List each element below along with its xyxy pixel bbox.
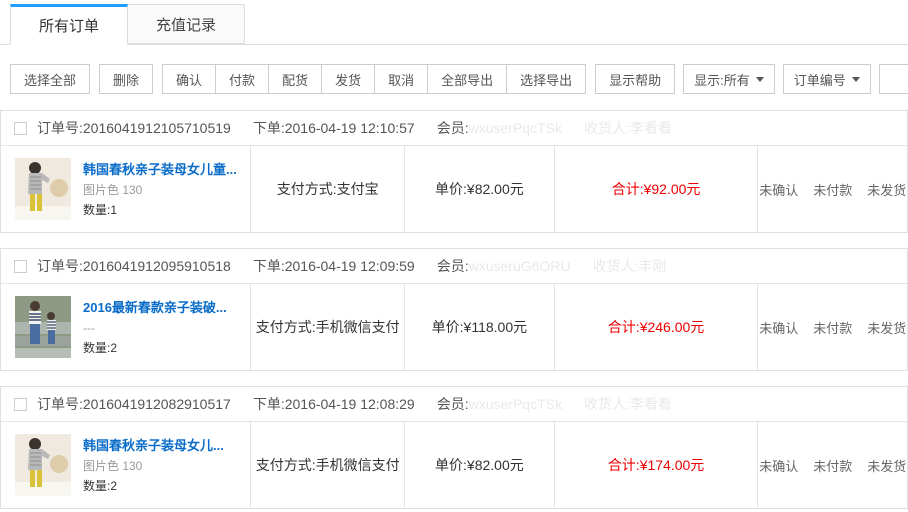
order-time: 下单:2016-04-19 12:09:59 bbox=[253, 256, 415, 276]
chevron-down-icon bbox=[852, 77, 860, 82]
export-selected-button[interactable]: 选择导出 bbox=[506, 64, 586, 94]
delete-button[interactable]: 删除 bbox=[99, 64, 153, 94]
order-header: 订单号:2016041912105710519 下单:2016-04-19 12… bbox=[1, 111, 907, 145]
status-unshipped: 未发货 bbox=[867, 180, 906, 199]
order-row: 订单号:2016041912095910518 下单:2016-04-19 12… bbox=[0, 248, 908, 371]
payment-method-cell: 支付方式:手机微信支付 bbox=[250, 284, 404, 370]
unit-price-cell: 单价:¥82.00元 bbox=[404, 422, 553, 508]
total-cell: 合计:¥174.00元 bbox=[554, 422, 758, 508]
total-cell: 合计:¥246.00元 bbox=[554, 284, 758, 370]
order-member: 会员:wxuseruG6ORU bbox=[437, 256, 571, 276]
status-cell: 未确认 未付款 未发货 bbox=[757, 146, 907, 232]
product-image[interactable] bbox=[15, 296, 71, 358]
order-checkbox[interactable] bbox=[14, 398, 27, 411]
order-checkbox[interactable] bbox=[14, 122, 27, 135]
order-checkbox[interactable] bbox=[14, 260, 27, 273]
order-body: 2016最新春款亲子装破... --- 数量:2 支付方式:手机微信支付 单价:… bbox=[1, 283, 907, 370]
product-title-link[interactable]: 2016最新春款亲子装破... bbox=[83, 301, 227, 314]
product-variant: 图片色 130 bbox=[83, 460, 224, 472]
product-info: 韩国春秋亲子装母女儿童... 图片色 130 数量:1 bbox=[83, 163, 237, 216]
unit-price-cell: 单价:¥82.00元 bbox=[404, 146, 553, 232]
display-filter-label: 显示:所有 bbox=[694, 70, 750, 89]
product-cell: 韩国春秋亲子装母女儿童... 图片色 130 数量:1 bbox=[1, 146, 250, 232]
status-unpaid: 未付款 bbox=[813, 180, 852, 199]
tab-recharge-records-label: 充值记录 bbox=[156, 14, 216, 35]
order-member: 会员:wxuserPqcTSk bbox=[437, 394, 562, 414]
product-quantity: 数量:1 bbox=[83, 204, 237, 216]
order-header: 订单号:2016041912095910518 下单:2016-04-19 12… bbox=[1, 249, 907, 283]
toolbar-right: 显示:所有 订单编号 bbox=[675, 64, 908, 94]
order-number: 订单号:2016041912105710519 bbox=[37, 118, 231, 138]
cancel-button[interactable]: 取消 bbox=[374, 64, 428, 94]
order-header: 订单号:2016041912082910517 下单:2016-04-19 12… bbox=[1, 387, 907, 421]
order-recipient: 收货人:李看看 bbox=[584, 118, 672, 138]
select-all-button[interactable]: 选择全部 bbox=[10, 64, 90, 94]
tab-all-orders-label: 所有订单 bbox=[39, 15, 99, 36]
total-cell: 合计:¥92.00元 bbox=[554, 146, 758, 232]
export-all-button[interactable]: 全部导出 bbox=[427, 64, 507, 94]
order-no-filter-label: 订单编号 bbox=[794, 70, 846, 89]
product-image[interactable] bbox=[15, 434, 71, 496]
payment-method-cell: 支付方式:支付宝 bbox=[250, 146, 404, 232]
order-member: 会员:wxuserPqcTSk bbox=[437, 118, 562, 138]
order-recipient: 收货人:丰刚 bbox=[593, 256, 667, 276]
status-cell: 未确认 未付款 未发货 bbox=[757, 284, 907, 370]
status-unpaid: 未付款 bbox=[813, 318, 852, 337]
product-cell: 韩国春秋亲子装母女儿... 图片色 130 数量:2 bbox=[1, 422, 250, 508]
product-quantity: 数量:2 bbox=[83, 480, 224, 492]
order-row: 订单号:2016041912105710519 下单:2016-04-19 12… bbox=[0, 110, 908, 233]
order-body: 韩国春秋亲子装母女儿... 图片色 130 数量:2 支付方式:手机微信支付 单… bbox=[1, 421, 907, 508]
order-time: 下单:2016-04-19 12:08:29 bbox=[253, 394, 415, 414]
ship-button[interactable]: 发货 bbox=[321, 64, 375, 94]
status-unpaid: 未付款 bbox=[813, 456, 852, 475]
status-unconfirmed: 未确认 bbox=[759, 456, 798, 475]
product-title-link[interactable]: 韩国春秋亲子装母女儿童... bbox=[83, 163, 237, 176]
show-help-button[interactable]: 显示帮助 bbox=[595, 64, 675, 94]
unit-price-cell: 单价:¥118.00元 bbox=[404, 284, 553, 370]
toolbar: 选择全部 删除 确认 付款 配货 发货 取消 全部导出 选择导出 显示帮助 显示… bbox=[10, 64, 898, 94]
order-body: 韩国春秋亲子装母女儿童... 图片色 130 数量:1 支付方式:支付宝 单价:… bbox=[1, 145, 907, 232]
status-cell: 未确认 未付款 未发货 bbox=[757, 422, 907, 508]
status-unshipped: 未发货 bbox=[867, 456, 906, 475]
order-management-page: 所有订单 充值记录 选择全部 删除 确认 付款 配货 发货 取消 全部导出 选择… bbox=[0, 0, 908, 512]
pay-button[interactable]: 付款 bbox=[215, 64, 269, 94]
product-variant: --- bbox=[83, 322, 227, 334]
order-row: 订单号:2016041912082910517 下单:2016-04-19 12… bbox=[0, 386, 908, 509]
product-variant: 图片色 130 bbox=[83, 184, 237, 196]
payment-method-cell: 支付方式:手机微信支付 bbox=[250, 422, 404, 508]
action-button-group: 确认 付款 配货 发货 取消 全部导出 选择导出 bbox=[162, 64, 586, 94]
tab-bar: 所有订单 充值记录 bbox=[0, 0, 908, 45]
product-image[interactable] bbox=[15, 158, 71, 220]
product-info: 韩国春秋亲子装母女儿... 图片色 130 数量:2 bbox=[83, 439, 224, 492]
status-unconfirmed: 未确认 bbox=[759, 318, 798, 337]
order-number: 订单号:2016041912095910518 bbox=[37, 256, 231, 276]
display-filter-dropdown[interactable]: 显示:所有 bbox=[683, 64, 775, 94]
order-time: 下单:2016-04-19 12:10:57 bbox=[253, 118, 415, 138]
product-info: 2016最新春款亲子装破... --- 数量:2 bbox=[83, 301, 227, 354]
product-quantity: 数量:2 bbox=[83, 342, 227, 354]
order-number: 订单号:2016041912082910517 bbox=[37, 394, 231, 414]
status-unshipped: 未发货 bbox=[867, 318, 906, 337]
confirm-button[interactable]: 确认 bbox=[162, 64, 216, 94]
order-recipient: 收货人:李看看 bbox=[584, 394, 672, 414]
chevron-down-icon bbox=[756, 77, 764, 82]
status-unconfirmed: 未确认 bbox=[759, 180, 798, 199]
tab-all-orders[interactable]: 所有订单 bbox=[10, 4, 128, 45]
product-title-link[interactable]: 韩国春秋亲子装母女儿... bbox=[83, 439, 224, 452]
tab-recharge-records[interactable]: 充值记录 bbox=[128, 4, 245, 44]
search-input[interactable] bbox=[879, 64, 908, 94]
product-cell: 2016最新春款亲子装破... --- 数量:2 bbox=[1, 284, 250, 370]
order-no-filter-dropdown[interactable]: 订单编号 bbox=[783, 64, 871, 94]
allocate-button[interactable]: 配货 bbox=[268, 64, 322, 94]
